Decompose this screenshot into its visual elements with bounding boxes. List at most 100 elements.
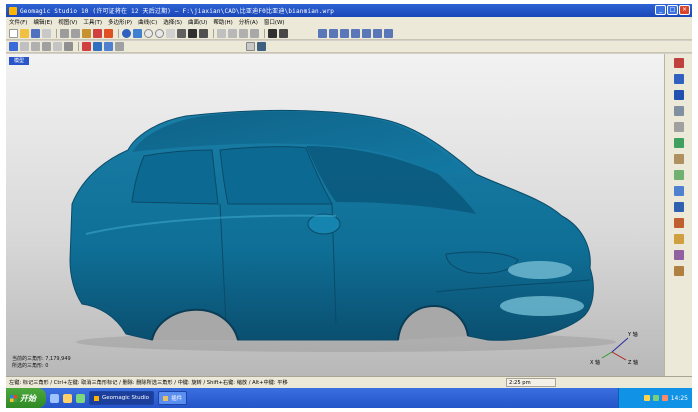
menu-surface[interactable]: 曲面(U): [188, 18, 207, 26]
task-geomagic-label: Geomagic Studio: [102, 395, 150, 401]
purple-tool-icon[interactable]: [673, 250, 684, 260]
view-back-icon[interactable]: [329, 28, 338, 38]
new-file-icon[interactable]: [9, 28, 18, 38]
quicklaunch-folder-icon[interactable]: [63, 393, 72, 403]
brush-tool-icon[interactable]: [673, 266, 684, 276]
maximize-icon: □: [669, 6, 676, 13]
layer-icon[interactable]: [217, 28, 226, 38]
mesh-icon[interactable]: [104, 28, 113, 38]
quicklaunch-ie-icon[interactable]: [50, 393, 59, 403]
select-lasso-icon[interactable]: [20, 42, 29, 51]
view-iso-icon[interactable]: [384, 28, 393, 38]
record-icon[interactable]: [199, 28, 208, 38]
dot-icon[interactable]: [268, 28, 277, 38]
model-manager-icon[interactable]: [673, 90, 684, 100]
select-line-icon[interactable]: [42, 42, 51, 51]
redo-icon[interactable]: [71, 28, 80, 38]
close-button[interactable]: ×: [679, 5, 690, 15]
green-tool-icon[interactable]: [673, 138, 684, 148]
menu-analysis[interactable]: 分析(A): [239, 18, 258, 26]
minimize-button[interactable]: _: [655, 5, 666, 15]
display-icon[interactable]: [673, 106, 684, 116]
manager-icon[interactable]: [673, 74, 684, 84]
color-icon[interactable]: [93, 28, 102, 38]
pen-icon[interactable]: [250, 28, 259, 38]
zoom-in-icon[interactable]: [144, 28, 153, 38]
menu-curves[interactable]: 曲线(C): [138, 18, 157, 26]
menu-polygons[interactable]: 多边形(P): [108, 18, 132, 26]
current-triangles: 当前的三角形: 7,179,949: [12, 356, 71, 362]
view-bottom-icon[interactable]: [373, 28, 382, 38]
rotate-icon[interactable]: [122, 28, 131, 38]
system-tray: 14:25: [618, 388, 692, 408]
window-controls: _ □ ×: [655, 5, 690, 15]
flag-icon[interactable]: [257, 42, 266, 51]
wireframe-icon[interactable]: [93, 42, 102, 51]
lasso-icon[interactable]: [82, 28, 91, 38]
leaf-icon[interactable]: [673, 170, 684, 180]
lower-grille: [500, 296, 584, 316]
menu-window[interactable]: 窗口(W): [264, 18, 285, 26]
view-left-icon[interactable]: [340, 28, 349, 38]
menu-tools[interactable]: 工具(T): [83, 18, 102, 26]
save-icon[interactable]: [31, 28, 40, 38]
quicklaunch-media-icon[interactable]: [76, 393, 85, 403]
menu-view[interactable]: 视图(V): [58, 18, 77, 26]
status-bar: 左键: 标记三角形 / Ctrl+左键: 取消三角形标记 / 删除: 删除所选三…: [6, 376, 692, 388]
close-icon: ×: [681, 6, 688, 13]
select-brush-icon[interactable]: [31, 42, 40, 51]
menu-file[interactable]: 文件(F): [9, 18, 27, 26]
yellow-tool-icon[interactable]: [673, 234, 684, 244]
brown-tool-icon[interactable]: [673, 154, 684, 164]
open-folder-icon[interactable]: [20, 28, 29, 38]
view-top-icon[interactable]: [362, 28, 371, 38]
brush-icon[interactable]: [239, 28, 248, 38]
tray-security-icon[interactable]: [652, 395, 659, 401]
start-button[interactable]: 开始: [6, 388, 46, 408]
view-right-icon[interactable]: [351, 28, 360, 38]
render-icon[interactable]: [279, 28, 288, 38]
select-all-icon[interactable]: [64, 42, 73, 51]
blue-tool-icon[interactable]: [673, 186, 684, 196]
points-display-icon[interactable]: [104, 42, 113, 51]
tools-icon[interactable]: [673, 122, 684, 132]
flag-red-icon[interactable]: [673, 58, 684, 68]
title-bar[interactable]: Geomagic Studio 10 (许可证将在 12 天后过期) — F:\…: [6, 4, 692, 17]
task-geomagic[interactable]: Geomagic Studio: [89, 391, 155, 405]
status-hint: 左键: 标记三角形 / Ctrl+左键: 取消三角形标记 / 删除: 删除所选三…: [9, 380, 288, 386]
selected-triangles: 所选的三角形: 0: [12, 363, 49, 369]
toolbar-separator: [264, 28, 265, 38]
toolbar-separator: [56, 28, 57, 38]
menu-help[interactable]: 帮助(H): [213, 18, 232, 26]
fit-view-icon[interactable]: [166, 28, 175, 38]
select-ellipse-icon[interactable]: [53, 42, 62, 51]
select-rectangle-icon[interactable]: [9, 42, 18, 51]
orange-tool-icon[interactable]: [673, 218, 684, 228]
minimize-icon: _: [659, 6, 662, 13]
tray-network-icon[interactable]: [643, 395, 650, 401]
menu-edit[interactable]: 编辑(E): [33, 18, 52, 26]
pan-icon[interactable]: [133, 28, 142, 38]
camera-icon[interactable]: [188, 28, 197, 38]
points-icon[interactable]: [228, 28, 237, 38]
shading-icon[interactable]: [82, 42, 91, 51]
axis-x-label: X 轴: [590, 359, 600, 366]
car-mesh-model[interactable]: [6, 54, 664, 376]
maximize-button[interactable]: □: [667, 5, 678, 15]
windows-logo-icon: [10, 394, 17, 402]
view-front-icon[interactable]: [318, 28, 327, 38]
tray-volume-icon[interactable]: [661, 395, 668, 401]
toolbar-separator: [213, 28, 214, 38]
undo-icon[interactable]: [60, 28, 69, 38]
3d-viewport[interactable]: 模型 当前的三角形: 7,179,949 所选的三角形: 0 Y 轴 X 轴 Z…: [6, 54, 664, 376]
print-icon[interactable]: [42, 28, 51, 38]
cube-icon[interactable]: [673, 202, 684, 212]
lighting-icon[interactable]: [115, 42, 124, 51]
upper-grille: [508, 261, 572, 279]
menu-select[interactable]: 选择(S): [163, 18, 182, 26]
measure-icon[interactable]: [177, 28, 186, 38]
task-plugin[interactable]: 插件: [158, 391, 188, 405]
panel-icon[interactable]: [246, 42, 255, 51]
zoom-out-icon[interactable]: [155, 28, 164, 38]
axis-triad: Y 轴 X 轴 Z 轴: [590, 331, 638, 366]
